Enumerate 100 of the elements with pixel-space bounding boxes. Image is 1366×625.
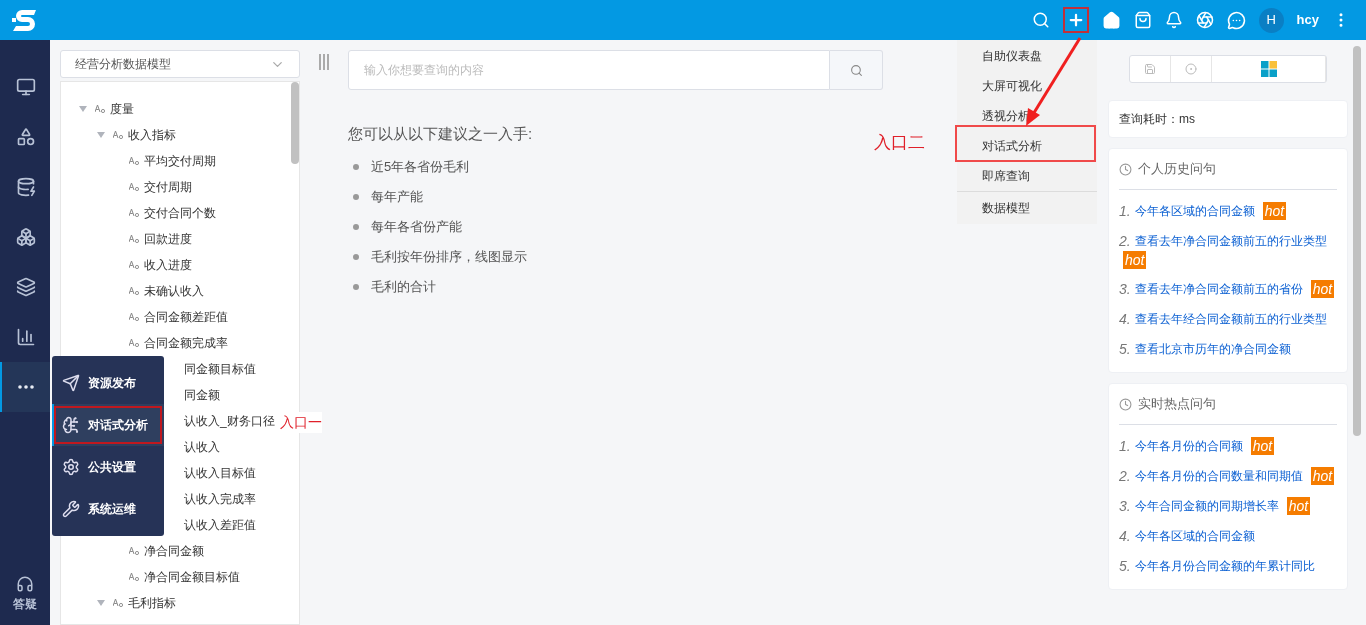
menu-item[interactable]: 系统运维 xyxy=(52,488,164,530)
scrollbar-thumb[interactable] xyxy=(1353,46,1361,436)
field-icon xyxy=(129,183,139,191)
menu-item[interactable]: 即席查询 xyxy=(957,161,1097,191)
chat-icon[interactable] xyxy=(1226,10,1246,30)
circle-icon xyxy=(1185,63,1197,75)
apps-icon xyxy=(16,127,36,147)
scrollbar-thumb[interactable] xyxy=(291,82,299,164)
suggestion-link[interactable]: 毛利的合计 xyxy=(371,276,436,297)
tree-item[interactable]: 认收入完成率 xyxy=(184,490,256,508)
tree-item[interactable]: 合同金额完成率 xyxy=(144,334,228,352)
search-icon xyxy=(849,63,863,77)
question-link[interactable]: 今年合同金额的同期增长率 xyxy=(1134,496,1279,516)
tree-item[interactable]: 收入指标 xyxy=(128,126,176,144)
item-number: 1. xyxy=(1119,202,1131,221)
tools-icon xyxy=(62,500,80,518)
bell-icon[interactable] xyxy=(1164,11,1183,29)
field-icon xyxy=(129,261,139,269)
menu-item[interactable]: 资源发布 xyxy=(52,362,164,404)
bullet-icon xyxy=(353,193,359,200)
menu-item[interactable]: 自助仪表盘 xyxy=(957,41,1097,71)
question-link[interactable]: 查看北京市历年的净合同金额 xyxy=(1134,339,1291,359)
tree-item[interactable]: 交付合同个数 xyxy=(144,204,216,222)
hot-tag: hot xyxy=(1286,497,1311,515)
caret-icon[interactable] xyxy=(79,106,87,112)
card-title: 实时热点问句 xyxy=(1138,395,1216,414)
menu-item[interactable]: 数据模型 xyxy=(957,191,1097,223)
sidebar-item[interactable] xyxy=(0,362,50,412)
layers-icon xyxy=(16,277,36,297)
tree-item[interactable]: 合同金额差距值 xyxy=(144,308,228,326)
item-number: 5. xyxy=(1119,557,1131,576)
hot-tag: hot xyxy=(1123,251,1147,269)
menu-item[interactable]: 大屏可视化 xyxy=(957,71,1097,101)
field-icon xyxy=(95,105,105,113)
tree-item[interactable]: 度量 xyxy=(110,100,134,118)
help-label[interactable]: 答疑 xyxy=(13,595,37,613)
aperture-icon[interactable] xyxy=(1195,11,1214,29)
question-link[interactable]: 今年各区域的合同金额 xyxy=(1134,201,1255,221)
question-link[interactable]: 今年各区域的合同金额 xyxy=(1134,526,1255,546)
search-field[interactable]: 输入你想要查询的内容 xyxy=(348,50,830,90)
field-icon xyxy=(129,339,139,347)
item-number: 1. xyxy=(1119,437,1131,456)
menu-item[interactable]: 公共设置 xyxy=(52,446,164,488)
caret-icon[interactable] xyxy=(97,600,105,606)
suggestion-link[interactable]: 每年各省份产能 xyxy=(371,216,462,237)
monitor-icon xyxy=(16,77,36,97)
item-number: 2. xyxy=(1119,232,1131,251)
question-link[interactable]: 今年各月份的合同额 xyxy=(1134,436,1243,456)
item-number: 5. xyxy=(1119,340,1131,359)
search-icon[interactable] xyxy=(1031,11,1050,29)
bag-icon[interactable] xyxy=(1133,11,1152,29)
tree-item[interactable]: 净合同金额 xyxy=(144,542,204,560)
tree-item[interactable]: 毛利指标 xyxy=(128,594,176,612)
tree-item[interactable]: 交付周期 xyxy=(144,178,192,196)
tree-item[interactable]: 净合同金额目标值 xyxy=(144,568,240,586)
field-icon xyxy=(129,547,139,555)
question-link[interactable]: 查看去年净合同金额前五的行业类型 xyxy=(1134,231,1327,251)
tree-item[interactable]: 认收入目标值 xyxy=(184,464,256,482)
question-link[interactable]: 查看去年经合同金额前五的行业类型 xyxy=(1134,309,1327,329)
menu-item[interactable]: 对话式分析 xyxy=(52,404,164,446)
tree-item[interactable]: 认收入_财务口径 xyxy=(184,412,275,430)
tree-item[interactable]: 同金额 xyxy=(184,386,220,404)
tiles-icon xyxy=(1260,61,1277,77)
item-number: 4. xyxy=(1119,527,1131,546)
tree-item[interactable]: 同金额目标值 xyxy=(184,360,256,378)
model-select[interactable]: 经营分析数据模型 xyxy=(60,50,300,78)
menu-item[interactable]: 对话式分析 xyxy=(957,131,1097,161)
field-icon xyxy=(129,313,139,321)
home-icon[interactable] xyxy=(1101,10,1121,30)
add-button[interactable] xyxy=(1062,7,1089,33)
database-icon xyxy=(16,177,36,197)
tree-item[interactable]: 认收入差距值 xyxy=(184,516,256,534)
caret-icon[interactable] xyxy=(97,132,105,138)
splitter-handle[interactable] xyxy=(319,54,329,70)
field-icon xyxy=(129,209,139,217)
query-time: 查询耗时：ms xyxy=(1119,111,1195,128)
hot-tag: hot xyxy=(1250,437,1275,455)
cubes-icon xyxy=(16,227,36,247)
hot-tag: hot xyxy=(1310,467,1335,485)
suggestions-title: 您可以从以下建议之一入手: xyxy=(348,124,534,144)
headset-icon[interactable] xyxy=(16,575,34,593)
send-icon xyxy=(62,374,80,392)
clock-icon xyxy=(1119,397,1132,411)
more-icon xyxy=(18,385,34,389)
user-avatar[interactable]: H xyxy=(1258,7,1284,33)
question-link[interactable]: 查看去年净合同金额前五的省份 xyxy=(1134,279,1303,299)
tree-item[interactable]: 收入进度 xyxy=(144,256,192,274)
hot-tag: hot xyxy=(1310,280,1335,298)
question-link[interactable]: 今年各月份合同金额的年累计同比 xyxy=(1134,556,1315,576)
question-link[interactable]: 今年各月份的合同数量和同期值 xyxy=(1134,466,1303,486)
field-icon xyxy=(129,287,139,295)
field-icon xyxy=(113,599,123,607)
tree-item[interactable]: 平均交付周期 xyxy=(144,152,216,170)
bullet-icon xyxy=(353,283,359,290)
suggestion-link[interactable]: 近5年各省份毛利 xyxy=(371,156,470,177)
tree-item[interactable]: 认收入 xyxy=(184,438,220,456)
suggestion-link[interactable]: 毛利按年份排序，线图显示 xyxy=(371,246,527,267)
suggestion-link[interactable]: 每年产能 xyxy=(371,186,423,207)
tree-item[interactable]: 回款进度 xyxy=(144,230,192,248)
tree-item[interactable]: 未确认收入 xyxy=(144,282,204,300)
